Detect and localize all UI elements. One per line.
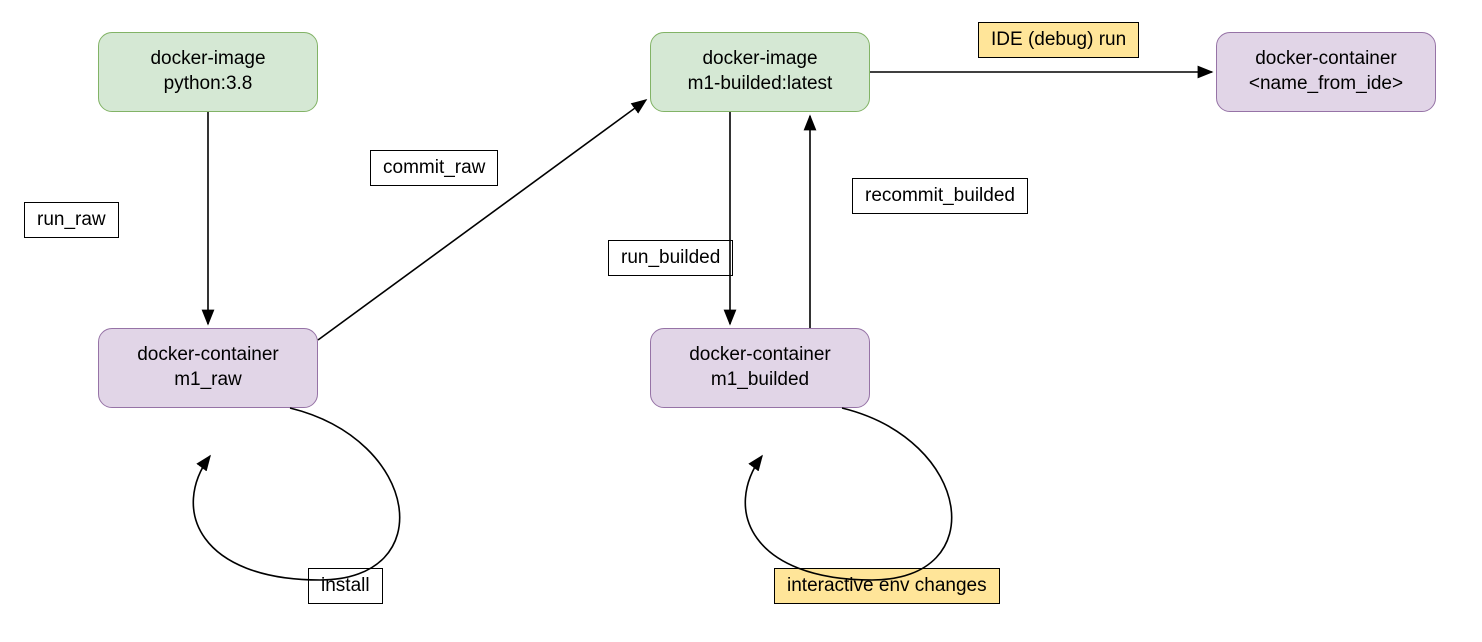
node-docker-image-builded: docker-image m1-builded:latest: [650, 32, 870, 112]
label-install: install: [308, 568, 383, 604]
node-title: docker-image: [150, 47, 265, 72]
label-interactive: interactive env changes: [774, 568, 1000, 604]
node-docker-container-builded: docker-container m1_builded: [650, 328, 870, 408]
node-subtitle: m1_raw: [174, 368, 242, 393]
node-subtitle: <name_from_ide>: [1249, 72, 1403, 97]
node-subtitle: python:3.8: [164, 72, 253, 97]
node-subtitle: m1_builded: [711, 368, 809, 393]
node-docker-image-python: docker-image python:3.8: [98, 32, 318, 112]
label-run-raw: run_raw: [24, 202, 119, 238]
node-subtitle: m1-builded:latest: [688, 72, 833, 97]
label-commit-raw: commit_raw: [370, 150, 498, 186]
node-title: docker-container: [689, 343, 831, 368]
label-ide-run: IDE (debug) run: [978, 22, 1139, 58]
arrow-install-loop: [193, 408, 399, 580]
node-title: docker-container: [137, 343, 279, 368]
arrow-interactive-loop: [745, 408, 951, 580]
node-docker-container-raw: docker-container m1_raw: [98, 328, 318, 408]
label-recommit-builded: recommit_builded: [852, 178, 1028, 214]
diagram-canvas: docker-image python:3.8 docker-image m1-…: [0, 0, 1482, 642]
node-title: docker-container: [1255, 47, 1397, 72]
node-title: docker-image: [702, 47, 817, 72]
arrow-commit-raw: [318, 100, 646, 340]
label-run-builded: run_builded: [608, 240, 733, 276]
node-docker-container-ide: docker-container <name_from_ide>: [1216, 32, 1436, 112]
